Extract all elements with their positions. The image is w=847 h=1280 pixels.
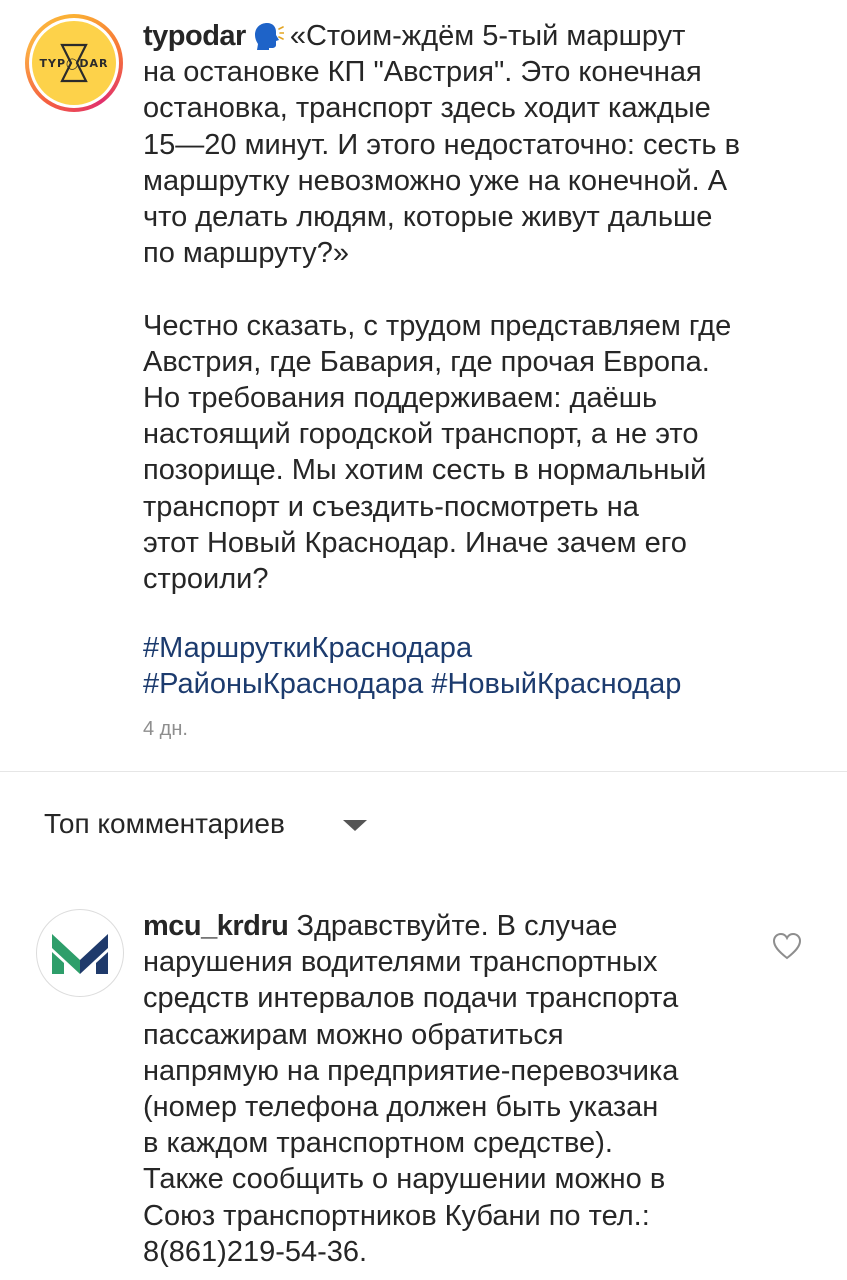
post-username[interactable]: typodar — [143, 20, 246, 52]
chevron-down-icon — [342, 819, 367, 831]
post-caption-text: «Стоим-ждём 5-тый маршрут на остановке К… — [143, 20, 740, 596]
post-timestamp: 4 дн. — [143, 718, 188, 740]
post-author-avatar[interactable]: TYP◯DAR — [25, 14, 123, 112]
post-caption: typodar «Стоим-ждём 5-тый маршрут на ост… — [143, 18, 793, 597]
logo-text: TYP◯DAR — [39, 56, 109, 70]
hashtag-link[interactable]: #НовыйКраснодар — [431, 668, 681, 700]
comments-sort-label: Топ комментариев — [44, 808, 285, 839]
hashtag-link[interactable]: #МаршруткиКраснодара — [143, 632, 472, 664]
avatar-inner-ring: TYP◯DAR — [29, 18, 119, 108]
comment-text: Здравствуйте. В случае нарушения водител… — [143, 910, 679, 1268]
hashtag-link[interactable]: #РайоныКраснодара — [143, 668, 423, 700]
comment-author-avatar[interactable] — [36, 909, 124, 997]
comment-username[interactable]: mcu_krdru — [143, 910, 289, 942]
heart-icon[interactable] — [772, 932, 802, 960]
mcu-logo-icon — [52, 934, 108, 974]
comment-body: mcu_krdru Здравствуйте. В случае нарушен… — [143, 908, 753, 1270]
post-hashtags: #МаршруткиКраснодара #РайоныКраснодара #… — [143, 630, 681, 702]
speaking-head-icon — [254, 23, 284, 50]
section-divider — [0, 771, 847, 772]
typodar-logo: TYP◯DAR — [32, 21, 116, 105]
comments-sort-dropdown[interactable]: Топ комментариев — [44, 808, 367, 840]
